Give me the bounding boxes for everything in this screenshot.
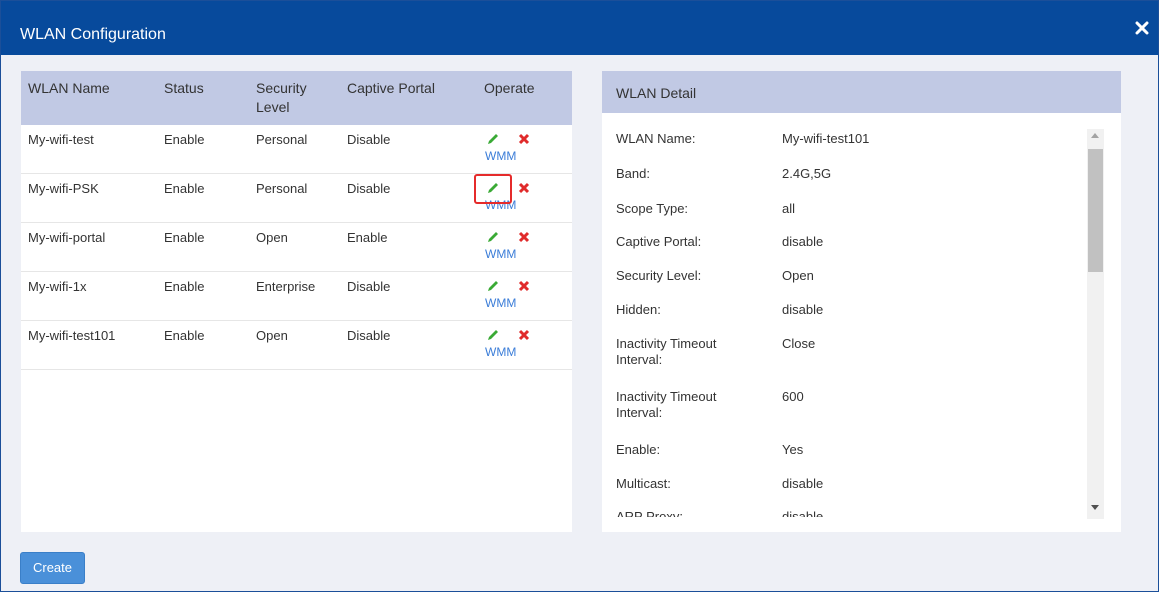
detail-value: disable bbox=[782, 302, 824, 317]
table-header: WLAN Name Status Security Level Captive … bbox=[21, 71, 572, 125]
detail-value: disable bbox=[782, 234, 824, 249]
wlan-config-dialog: WLAN Configuration WLAN Name Status Secu… bbox=[0, 0, 1159, 592]
col-header-operate: Operate bbox=[484, 80, 535, 96]
cell-captive-portal: Enable bbox=[347, 230, 388, 245]
dialog-title: WLAN Configuration bbox=[20, 26, 166, 43]
scroll-up-arrow-icon[interactable] bbox=[1091, 133, 1099, 138]
pencil-icon[interactable] bbox=[486, 230, 500, 244]
scroll-thumb[interactable] bbox=[1088, 149, 1103, 272]
cell-captive-portal: Disable bbox=[347, 132, 391, 147]
detail-title: WLAN Detail bbox=[616, 85, 697, 101]
table-row: My-wifi-test Enable Personal Disable WMM bbox=[21, 125, 572, 174]
cell-wlan-name: My-wifi-1x bbox=[28, 279, 87, 294]
detail-label: Hidden: bbox=[616, 302, 661, 317]
cell-wlan-name: My-wifi-test bbox=[28, 132, 94, 147]
wmm-link[interactable]: WMM bbox=[485, 247, 516, 261]
detail-value: My-wifi-test101 bbox=[782, 131, 870, 146]
delete-x-icon[interactable] bbox=[517, 279, 531, 293]
pencil-icon[interactable] bbox=[486, 328, 500, 342]
wlan-detail-panel: WLAN Detail WLAN Name: My-wifi-test101 B… bbox=[602, 71, 1121, 532]
cell-status: Enable bbox=[164, 328, 205, 343]
row-operations: WMM bbox=[485, 279, 545, 315]
cell-security-level: Enterprise bbox=[256, 279, 316, 294]
cell-status: Enable bbox=[164, 181, 205, 196]
detail-scrollbar[interactable] bbox=[1087, 129, 1104, 519]
row-operations: WMM bbox=[485, 132, 545, 168]
detail-clipped-row: ARP Proxy: disable bbox=[602, 507, 1082, 517]
col-header-security-level: Security Level bbox=[256, 80, 307, 115]
cell-security-level: Open bbox=[256, 230, 288, 245]
pencil-icon[interactable] bbox=[486, 279, 500, 293]
delete-x-icon[interactable] bbox=[517, 181, 531, 195]
table-row: My-wifi-1x Enable Enterprise Disable WMM bbox=[21, 272, 572, 321]
close-icon[interactable] bbox=[1134, 20, 1150, 36]
detail-value: all bbox=[782, 201, 796, 216]
delete-x-icon[interactable] bbox=[517, 132, 531, 146]
wmm-link[interactable]: WMM bbox=[485, 149, 516, 163]
detail-value: disable bbox=[782, 509, 824, 517]
wlan-table: WLAN Name Status Security Level Captive … bbox=[21, 71, 572, 532]
detail-label: Multicast: bbox=[616, 476, 671, 491]
cell-status: Enable bbox=[164, 279, 205, 294]
cell-status: Enable bbox=[164, 230, 205, 245]
cell-status: Enable bbox=[164, 132, 205, 147]
scroll-down-arrow-icon[interactable] bbox=[1091, 505, 1099, 510]
row-operations: WMM bbox=[485, 230, 545, 266]
cell-captive-portal: Disable bbox=[347, 328, 391, 343]
cell-security-level: Open bbox=[256, 328, 288, 343]
detail-value: 2.4G,5G bbox=[782, 166, 832, 181]
pencil-icon[interactable] bbox=[486, 132, 500, 146]
highlight-box bbox=[474, 174, 512, 204]
wmm-link[interactable]: WMM bbox=[485, 296, 516, 310]
cell-wlan-name: My-wifi-test101 bbox=[28, 328, 116, 343]
detail-label: Security Level: bbox=[616, 268, 702, 283]
delete-x-icon[interactable] bbox=[517, 328, 531, 342]
cell-captive-portal: Disable bbox=[347, 279, 391, 294]
detail-label: Inactivity Timeout Interval: bbox=[616, 336, 717, 367]
col-header-status: Status bbox=[164, 80, 204, 96]
cell-wlan-name: My-wifi-portal bbox=[28, 230, 106, 245]
table-row: My-wifi-test101 Enable Open Disable WMM bbox=[21, 321, 572, 370]
dialog-titlebar: WLAN Configuration bbox=[1, 1, 1158, 55]
cell-wlan-name: My-wifi-PSK bbox=[28, 181, 99, 196]
col-header-captive-portal: Captive Portal bbox=[347, 80, 435, 96]
detail-value: disable bbox=[782, 476, 824, 491]
detail-label: Enable: bbox=[616, 442, 661, 457]
detail-header: WLAN Detail bbox=[602, 71, 1121, 113]
cell-security-level: Personal bbox=[256, 181, 308, 196]
detail-label: WLAN Name: bbox=[616, 131, 696, 146]
detail-label: Band: bbox=[616, 166, 650, 181]
delete-x-icon[interactable] bbox=[517, 230, 531, 244]
detail-value: 600 bbox=[782, 389, 804, 404]
cell-captive-portal: Disable bbox=[347, 181, 391, 196]
detail-label: Captive Portal: bbox=[616, 234, 702, 249]
detail-value: Open bbox=[782, 268, 814, 283]
detail-label: Inactivity Timeout Interval: bbox=[616, 389, 717, 420]
create-button[interactable]: Create bbox=[20, 552, 85, 584]
detail-label: Scope Type: bbox=[616, 201, 689, 216]
row-operations: WMM bbox=[485, 328, 545, 364]
table-row: My-wifi-portal Enable Open Enable WMM bbox=[21, 223, 572, 272]
detail-label: ARP Proxy: bbox=[616, 509, 683, 517]
detail-value: Yes bbox=[782, 442, 804, 457]
wmm-link[interactable]: WMM bbox=[485, 345, 516, 359]
col-header-wlan-name: WLAN Name bbox=[28, 80, 110, 96]
detail-value: Close bbox=[782, 336, 816, 351]
cell-security-level: Personal bbox=[256, 132, 308, 147]
